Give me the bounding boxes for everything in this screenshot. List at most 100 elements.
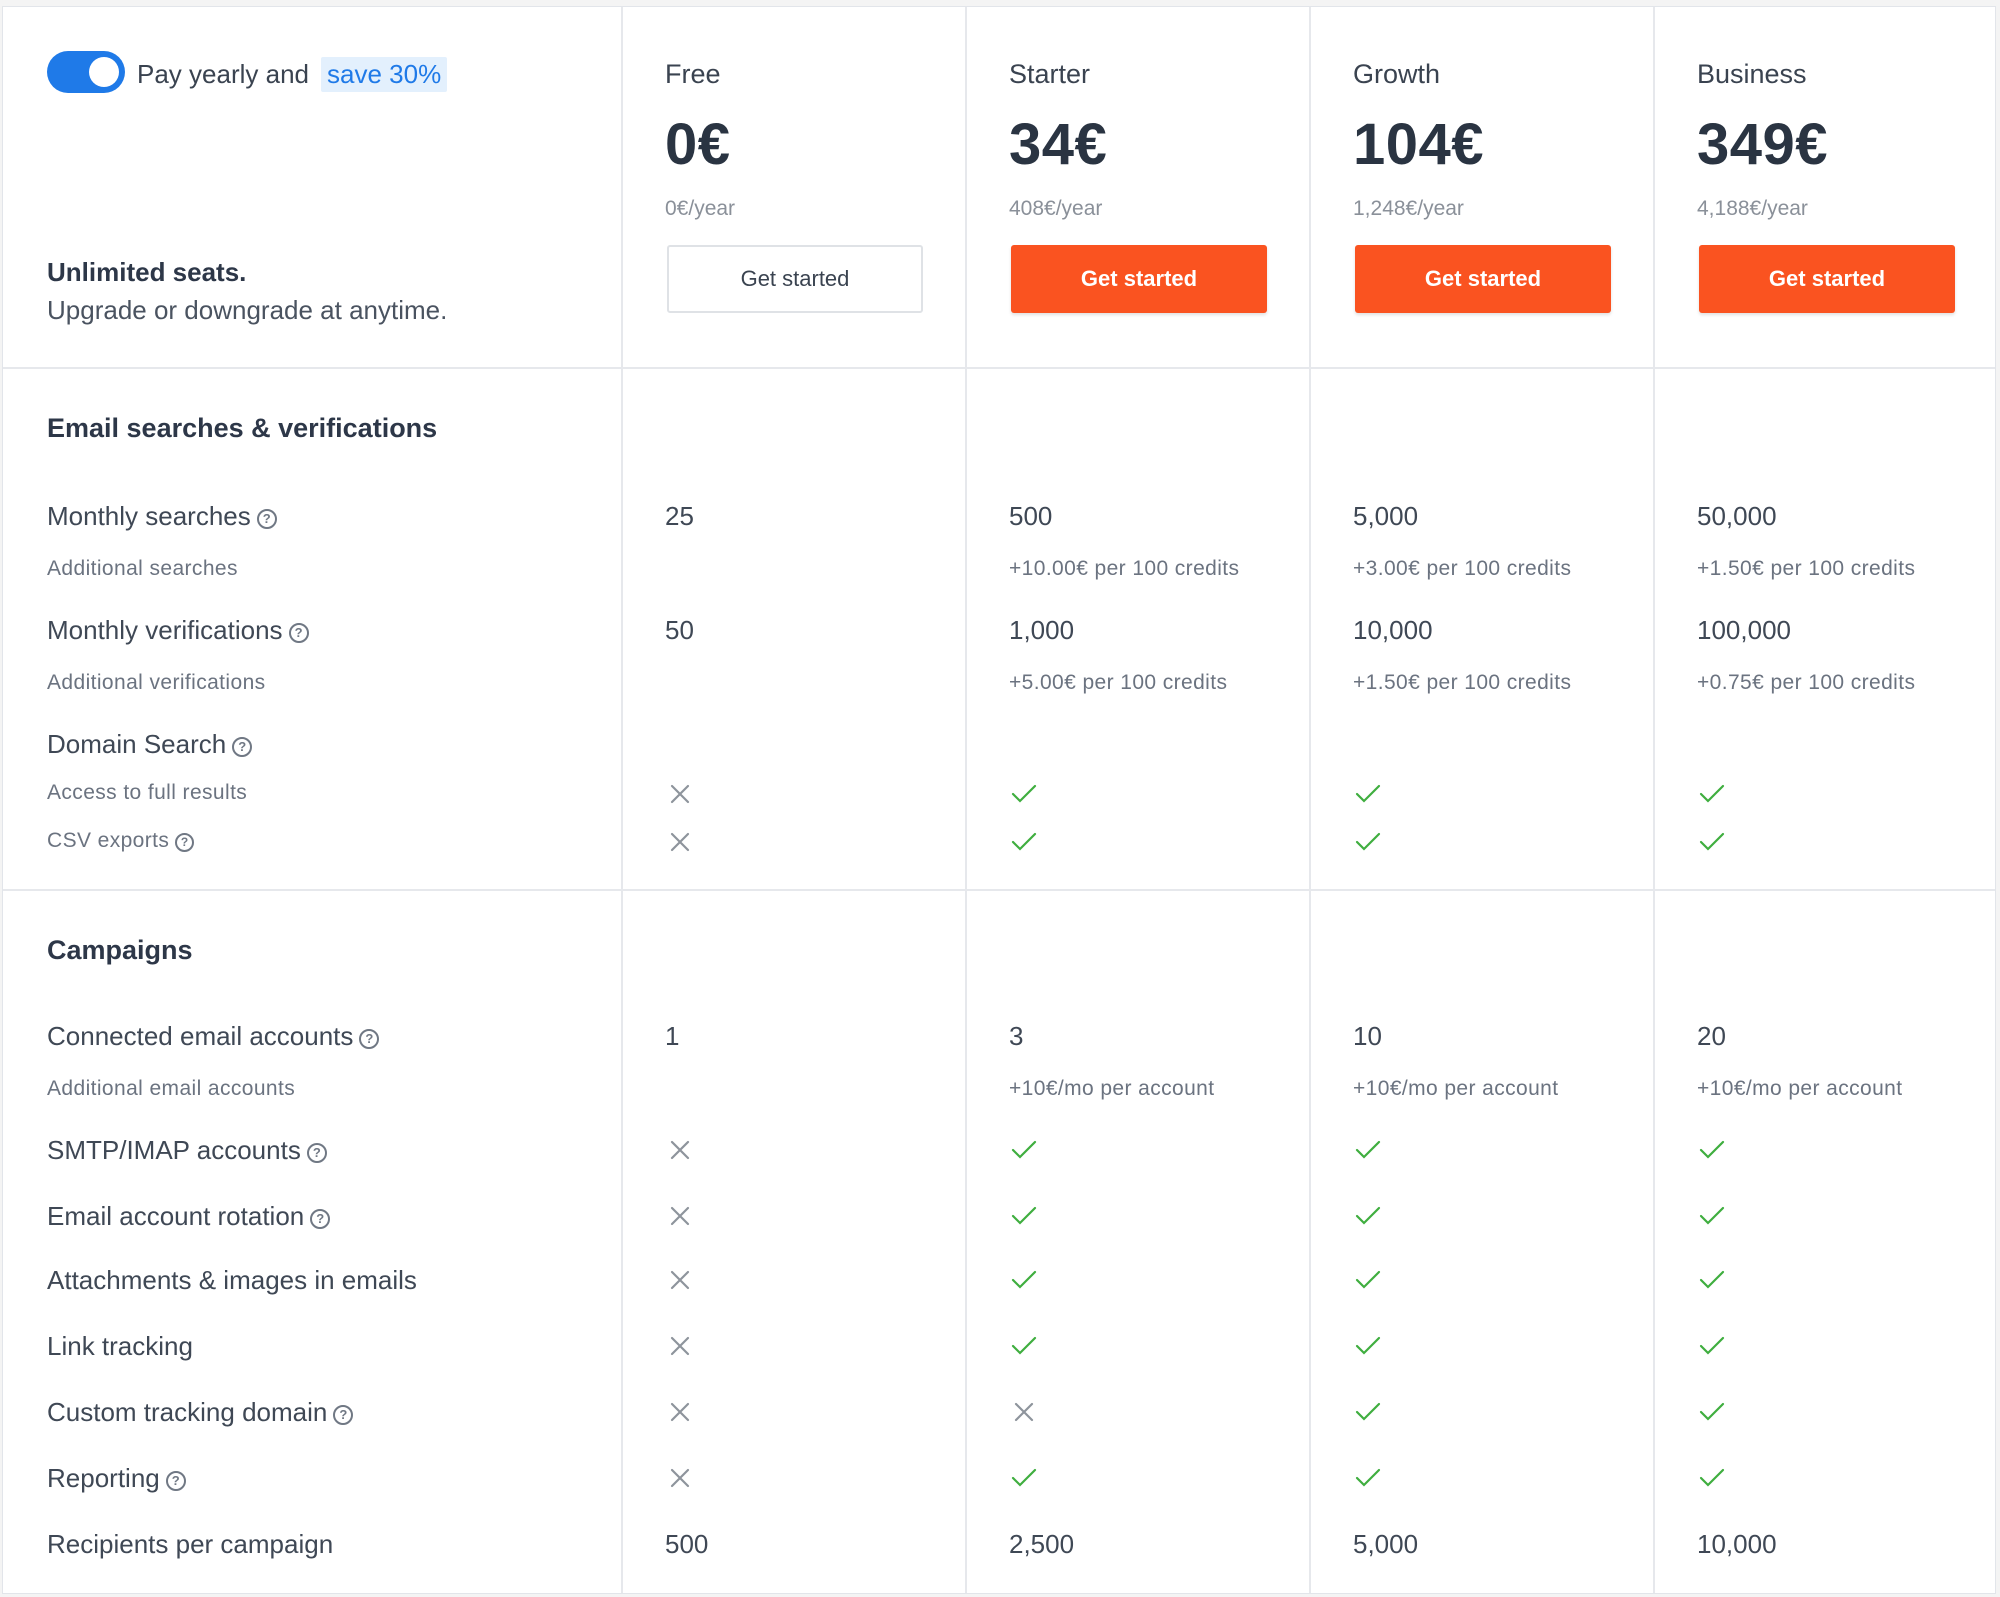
- check-icon: [1355, 1402, 1381, 1421]
- column-divider: [1653, 7, 1655, 1593]
- check-icon: [1699, 1206, 1725, 1225]
- cross-icon: [670, 1206, 690, 1226]
- feature-label-text: Custom tracking domain: [47, 1397, 328, 1427]
- feature-value: 25: [665, 501, 694, 531]
- feature-value: 5,000: [1353, 501, 1419, 531]
- feature-subvalue: +1.50€ per 100 credits: [1353, 671, 1572, 694]
- column-divider: [965, 7, 967, 1593]
- plan-name-free: Free: [665, 59, 721, 89]
- get-started-button-starter[interactable]: Get started: [1011, 245, 1267, 313]
- feature-sublabel: Additional email accounts: [47, 1077, 295, 1101]
- feature-value: 3: [1009, 1021, 1024, 1051]
- feature-label-text: Monthly verifications: [47, 615, 283, 645]
- feature-label: Attachments & images in emails: [47, 1265, 417, 1296]
- feature-label-text: Additional searches: [47, 557, 238, 580]
- question-circle-icon[interactable]: ?: [288, 623, 309, 643]
- feature-label-text: SMTP/IMAP accounts: [47, 1135, 301, 1165]
- feature-value: 10,000: [1353, 615, 1433, 645]
- question-circle-icon[interactable]: ?: [256, 509, 277, 529]
- pricing-comparison-table: Pay yearly and save 30% Unlimited seats.…: [2, 6, 1996, 1594]
- feature-label-text: Link tracking: [47, 1331, 193, 1361]
- feature-label-text: Additional verifications: [47, 671, 266, 694]
- feature-subvalue: +10€/mo per account: [1697, 1077, 1903, 1100]
- save-badge: save 30%: [321, 57, 448, 92]
- feature-label-text: Email account rotation: [47, 1201, 305, 1231]
- feature-label-text: CSV exports: [47, 829, 170, 852]
- question-circle-icon[interactable]: ?: [165, 1471, 186, 1491]
- cross-icon: [670, 1270, 690, 1290]
- yearly-toggle-label: Pay yearly and: [137, 59, 309, 89]
- check-icon: [1011, 1336, 1037, 1355]
- column-divider: [1309, 7, 1311, 1593]
- check-icon: [1355, 1140, 1381, 1159]
- feature-label: Email account rotation?: [47, 1201, 331, 1232]
- plan-yearly-free: 0€/year: [665, 197, 736, 220]
- feature-value: 5,000: [1353, 1529, 1419, 1559]
- plan-name-growth: Growth: [1353, 59, 1441, 89]
- feature-label: Monthly searches?: [47, 501, 277, 532]
- feature-subvalue: +10€/mo per account: [1353, 1077, 1559, 1100]
- get-started-button-growth[interactable]: Get started: [1355, 245, 1611, 313]
- plan-yearly-business: 4,188€/year: [1697, 197, 1808, 220]
- plan-price-free: 0€: [665, 112, 731, 177]
- get-started-button-business[interactable]: Get started: [1699, 245, 1955, 313]
- feature-sublabel: Access to full results: [47, 781, 247, 805]
- check-icon: [1699, 784, 1725, 803]
- feature-sublabel: CSV exports?: [47, 829, 195, 853]
- section-title-campaigns: Campaigns: [47, 935, 193, 965]
- check-icon: [1699, 1468, 1725, 1487]
- cross-icon: [670, 1140, 690, 1160]
- feature-label: Recipients per campaign: [47, 1529, 333, 1560]
- check-icon: [1011, 1468, 1037, 1487]
- get-started-button-free[interactable]: Get started: [667, 245, 923, 313]
- check-icon: [1355, 784, 1381, 803]
- feature-value: 20: [1697, 1021, 1726, 1051]
- feature-label: Custom tracking domain?: [47, 1397, 354, 1428]
- feature-label: Reporting?: [47, 1463, 186, 1494]
- check-icon: [1699, 1336, 1725, 1355]
- section-divider: [3, 367, 1995, 369]
- feature-label-text: Recipients per campaign: [47, 1529, 334, 1559]
- question-circle-icon[interactable]: ?: [175, 833, 195, 852]
- feature-value: 1,000: [1009, 615, 1075, 645]
- check-icon: [1355, 1336, 1381, 1355]
- cross-icon: [1014, 1402, 1034, 1422]
- feature-subvalue: +3.00€ per 100 credits: [1353, 557, 1572, 580]
- question-circle-icon[interactable]: ?: [306, 1143, 327, 1163]
- feature-subvalue: +1.50€ per 100 credits: [1697, 557, 1916, 580]
- feature-label-text: Domain Search: [47, 729, 227, 759]
- plan-price-growth: 104€: [1353, 112, 1485, 177]
- check-icon: [1699, 1140, 1725, 1159]
- yearly-billing-toggle[interactable]: [47, 51, 125, 93]
- plan-price-starter: 34€: [1009, 112, 1108, 177]
- feature-subvalue: +5.00€ per 100 credits: [1009, 671, 1228, 694]
- section-divider: [3, 889, 1995, 891]
- feature-value: 2,500: [1009, 1529, 1075, 1559]
- feature-subvalue: +10€/mo per account: [1009, 1077, 1215, 1100]
- check-icon: [1011, 832, 1037, 851]
- cross-icon: [670, 832, 690, 852]
- cross-icon: [670, 1402, 690, 1422]
- question-circle-icon[interactable]: ?: [359, 1029, 380, 1049]
- column-divider: [621, 7, 623, 1593]
- plan-name-business: Business: [1697, 59, 1807, 89]
- feature-value: 50,000: [1697, 501, 1777, 531]
- plan-name-starter: Starter: [1009, 59, 1091, 89]
- feature-value: 500: [1009, 501, 1053, 531]
- feature-label-text: Connected email accounts: [47, 1021, 354, 1051]
- check-icon: [1011, 1140, 1037, 1159]
- check-icon: [1011, 1206, 1037, 1225]
- seats-title: Unlimited seats.: [47, 257, 247, 287]
- question-circle-icon[interactable]: ?: [310, 1209, 331, 1229]
- cross-icon: [670, 1336, 690, 1356]
- check-icon: [1699, 1270, 1725, 1289]
- feature-label-text: Access to full results: [47, 781, 248, 804]
- feature-subvalue: +10.00€ per 100 credits: [1009, 557, 1240, 580]
- feature-label: Link tracking: [47, 1331, 193, 1362]
- feature-label: SMTP/IMAP accounts?: [47, 1135, 327, 1166]
- question-circle-icon[interactable]: ?: [333, 1405, 354, 1425]
- question-circle-icon[interactable]: ?: [232, 737, 253, 757]
- check-icon: [1699, 832, 1725, 851]
- feature-label: Monthly verifications?: [47, 615, 309, 646]
- cross-icon: [670, 784, 690, 804]
